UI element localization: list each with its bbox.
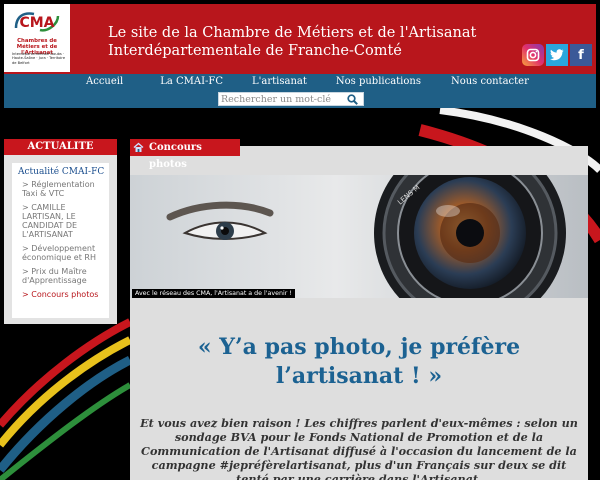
banner-illustration: LENS M [130, 175, 588, 298]
article-intro: Et vous avez bien raison ! Les chiffres … [140, 416, 578, 480]
nav-item-la-cmai-fc[interactable]: La CMAI-FC [160, 76, 223, 87]
twitter-icon[interactable] [546, 44, 568, 66]
home-icon [133, 142, 144, 152]
search-box [218, 92, 364, 106]
sidebar-item-developpement[interactable]: > Développement économique et RH [18, 244, 105, 262]
headline-line-2: l’artisanat ! » [275, 363, 443, 389]
sidebar: Actualité CMAI-FC > Réglementation Taxi … [4, 155, 117, 324]
content-tab-label: Concours photos [149, 142, 202, 170]
article-headline: « Y’a pas photo, je préfère l’artisanat … [130, 333, 588, 391]
facebook-icon[interactable]: f [570, 44, 592, 66]
sidebar-item-camille-lartisan[interactable]: > CAMILLE LARTISAN, LE CANDIDAT DE L'ART… [18, 203, 105, 239]
nav-item-nous-contacter[interactable]: Nous contacter [451, 76, 529, 87]
nav-links: Accueil La CMAI-FC L'artisanat Nos publi… [4, 76, 564, 87]
cma-logo[interactable]: CMA Chambres de Métiers et de l'Artisana… [4, 4, 70, 72]
banner-image: LENS M Avec le réseau des CMA, l'Artisan… [130, 175, 588, 298]
content-tab: Concours photos [130, 139, 240, 170]
main-navigation: Accueil La CMAI-FC L'artisanat Nos publi… [4, 74, 596, 108]
search-icon[interactable] [345, 93, 359, 105]
nav-item-accueil[interactable]: Accueil [86, 76, 123, 87]
social-links: f [522, 44, 592, 66]
logo-subtitle: Interdépartementale Doubs · Haute-Saône … [12, 52, 66, 65]
sidebar-item-concours-photos[interactable]: > Concours photos [18, 290, 105, 299]
sidebar-category[interactable]: Actualité CMAI-FC [18, 167, 105, 177]
sidebar-heading: ACTUALITE [4, 139, 117, 155]
search-input[interactable] [219, 93, 345, 105]
cma-logo-mark: CMA [14, 12, 60, 32]
svg-text:CMA: CMA [19, 15, 54, 31]
instagram-icon[interactable] [522, 44, 544, 66]
facebook-glyph: f [578, 47, 584, 63]
sidebar-item-prix-maitre[interactable]: > Prix du Maître d'Apprentissage [18, 267, 105, 285]
nav-item-l-artisanat[interactable]: L'artisanat [252, 76, 307, 87]
site-header: Le site de la Chambre de Métiers et de l… [4, 4, 596, 74]
headline-line-1: « Y’a pas photo, je préfère [197, 334, 521, 360]
sidebar-list: Actualité CMAI-FC > Réglementation Taxi … [12, 163, 109, 318]
nav-item-nos-publications[interactable]: Nos publications [336, 76, 421, 87]
sidebar-item-reglementation[interactable]: > Réglementation Taxi & VTC [18, 180, 105, 198]
banner-caption: Avec le réseau des CMA, l'Artisanat a de… [132, 289, 295, 298]
